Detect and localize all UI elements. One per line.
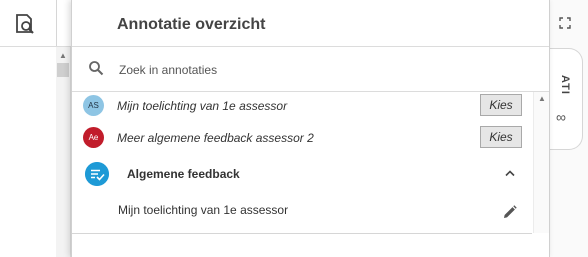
document-scrollbar[interactable]: ▲ [56, 47, 71, 257]
toolbar-divider [56, 0, 57, 46]
annotation-row[interactable]: Ae Meer algemene feedback assessor 2 Kie… [72, 123, 532, 153]
annotation-text: Mijn toelichting van 1e assessor [117, 99, 288, 113]
scrollbar-thumb[interactable] [57, 63, 69, 77]
annotation-text: Meer algemene feedback assessor 2 [117, 131, 314, 145]
scroll-up-arrow-icon[interactable]: ▲ [59, 51, 67, 60]
kies-button[interactable]: Kies [480, 126, 522, 148]
comment-text: Mijn toelichting van 1e assessor [118, 203, 289, 217]
pencil-icon[interactable] [502, 205, 517, 220]
avatar: Ae [83, 127, 104, 148]
annotation-row[interactable]: AS Mijn toelichting van 1e assessor Kies [72, 91, 532, 121]
document-search-icon[interactable] [14, 12, 36, 36]
kies-button[interactable]: Kies [480, 94, 522, 116]
infinity-icon: ∞ [556, 109, 566, 125]
side-tab-label: ATI [559, 75, 571, 95]
search-icon [89, 61, 104, 76]
ati-side-tab[interactable]: ATI ∞ [548, 48, 583, 150]
search-input[interactable] [117, 58, 521, 82]
document-area [0, 47, 56, 257]
expand-icon[interactable] [559, 17, 571, 29]
annotation-list-scrollbar[interactable]: ▲ [533, 92, 549, 233]
chevron-up-icon[interactable] [503, 167, 517, 179]
scroll-up-arrow-icon[interactable]: ▲ [538, 94, 546, 103]
avatar: AS [83, 95, 104, 116]
annotation-panel: Annotatie overzicht ▲ AS Mijn toelichtin… [71, 0, 550, 257]
list-bottom-divider [72, 233, 532, 234]
panel-title: Annotatie overzicht [117, 16, 266, 33]
header-divider [72, 46, 549, 47]
group-header-label[interactable]: Algemene feedback [127, 167, 240, 181]
feedback-check-icon [85, 162, 109, 186]
